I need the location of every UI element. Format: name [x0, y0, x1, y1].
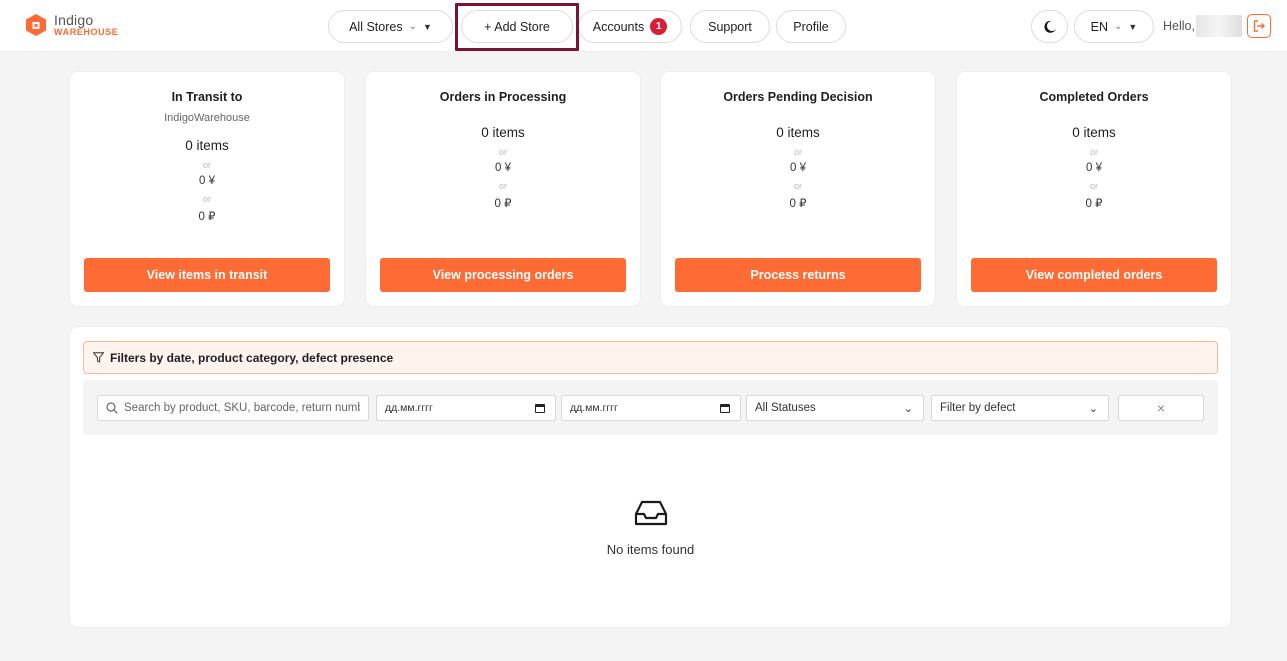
filters-toggle[interactable]: Filters by date, product category, defec…	[83, 341, 1218, 374]
defect-select-value: Filter by defect	[940, 402, 1016, 414]
support-label: Support	[708, 19, 752, 34]
card-or: or	[1089, 147, 1098, 157]
filter-controls: дд.мм.гггг дд.мм.гггг All Statuses ⌄ Fil…	[83, 380, 1218, 435]
view-items-in-transit-button[interactable]: View items in transit	[84, 258, 330, 292]
filters-header-text: Filters by date, product category, defec…	[110, 350, 394, 365]
profile-button[interactable]: Profile	[776, 10, 846, 43]
card-subtitle: IndigoWarehouse	[164, 112, 250, 124]
search-field[interactable]	[97, 395, 369, 421]
process-returns-button[interactable]: Process returns	[675, 258, 921, 292]
card-title: Orders in Processing	[439, 90, 567, 104]
card-or: or	[793, 181, 802, 191]
view-processing-orders-button[interactable]: View processing orders	[380, 258, 626, 292]
date-to-value: дд.мм.гггг	[570, 402, 618, 414]
status-select[interactable]: All Statuses ⌄	[746, 395, 924, 421]
card-yen-value: 0 ¥	[199, 175, 215, 187]
view-completed-orders-button[interactable]: View completed orders	[971, 258, 1217, 292]
chevron-down-icon: ⌄	[408, 21, 417, 32]
card-pending-decision: Orders Pending Decision 0 items or 0 ¥ o…	[661, 72, 935, 306]
profile-label: Profile	[793, 19, 829, 34]
status-select-value: All Statuses	[755, 402, 816, 414]
logo-icon	[26, 14, 46, 36]
card-yen-value: 0 ¥	[495, 162, 511, 174]
card-items-count: 0 items	[481, 125, 525, 140]
funnel-icon	[93, 352, 104, 363]
support-button[interactable]: Support	[690, 10, 770, 43]
language-selector[interactable]: EN ⌄ ▼	[1074, 10, 1154, 43]
store-selector-label: All Stores	[349, 19, 403, 34]
brand-name: Indigo	[54, 12, 94, 28]
search-input[interactable]	[124, 402, 360, 414]
greeting-text: Hello,	[1163, 19, 1195, 33]
moon-icon	[1043, 20, 1056, 33]
logout-icon	[1253, 20, 1265, 32]
card-or: or	[202, 194, 211, 204]
card-title: In Transit to	[171, 90, 243, 104]
card-or: or	[793, 147, 802, 157]
user-name-redacted	[1196, 15, 1242, 37]
card-or: or	[498, 181, 507, 191]
card-items-count: 0 items	[1072, 125, 1116, 140]
defect-select[interactable]: Filter by defect ⌄	[931, 395, 1109, 421]
card-completed: Completed Orders 0 items or 0 ¥ or 0 ₽ V…	[957, 72, 1231, 306]
card-rub-value: 0 ₽	[789, 198, 807, 210]
card-rub-value: 0 ₽	[198, 211, 216, 223]
language-label: EN	[1090, 19, 1109, 34]
card-yen-value: 0 ¥	[1086, 162, 1102, 174]
store-selector[interactable]: All Stores ⌄ ▼	[328, 10, 453, 43]
chevron-down-icon: ⌄	[903, 402, 913, 415]
accounts-button[interactable]: Accounts 1	[578, 10, 682, 43]
card-items-count: 0 items	[776, 125, 820, 140]
brand-subname: WAREHOUSE	[54, 27, 119, 37]
empty-state: No items found	[70, 497, 1231, 557]
accounts-label: Accounts	[592, 19, 645, 34]
logout-button[interactable]	[1247, 14, 1271, 38]
card-yen-value: 0 ¥	[790, 162, 806, 174]
card-title: Orders Pending Decision	[723, 90, 873, 104]
card-or: or	[498, 147, 507, 157]
caret-down-icon: ▼	[1128, 21, 1138, 32]
theme-toggle-button[interactable]	[1031, 10, 1068, 43]
add-store-label: + Add Store	[484, 19, 550, 34]
clear-filters-button[interactable]: ×	[1118, 395, 1204, 421]
card-in-transit: In Transit to IndigoWarehouse 0 items or…	[70, 72, 344, 306]
calendar-icon[interactable]	[535, 403, 545, 413]
card-rub-value: 0 ₽	[1085, 198, 1103, 210]
search-icon	[106, 402, 118, 414]
calendar-icon[interactable]	[720, 403, 730, 413]
date-to-field[interactable]: дд.мм.гггг	[561, 395, 741, 421]
accounts-badge: 1	[650, 18, 668, 35]
close-icon: ×	[1156, 400, 1166, 416]
chevron-down-icon: ⌄	[1114, 21, 1123, 32]
card-items-count: 0 items	[185, 138, 229, 153]
card-title: Completed Orders	[1039, 90, 1149, 104]
top-navbar: Indigo WAREHOUSE All Stores ⌄ ▼ + Add St…	[0, 0, 1287, 52]
card-or: or	[202, 160, 211, 170]
card-or: or	[1089, 181, 1098, 191]
orders-panel: Filters by date, product category, defec…	[70, 327, 1231, 627]
date-from-field[interactable]: дд.мм.гггг	[376, 395, 556, 421]
caret-down-icon: ▼	[422, 21, 432, 32]
date-from-value: дд.мм.гггг	[385, 402, 433, 414]
card-processing: Orders in Processing 0 items or 0 ¥ or 0…	[366, 72, 640, 306]
chevron-down-icon: ⌄	[1088, 402, 1098, 415]
card-rub-value: 0 ₽	[494, 198, 512, 210]
brand-logo[interactable]: Indigo WAREHOUSE	[26, 13, 118, 37]
empty-state-text: No items found	[606, 542, 695, 557]
add-store-button[interactable]: + Add Store	[461, 10, 573, 43]
inbox-icon	[634, 500, 667, 526]
